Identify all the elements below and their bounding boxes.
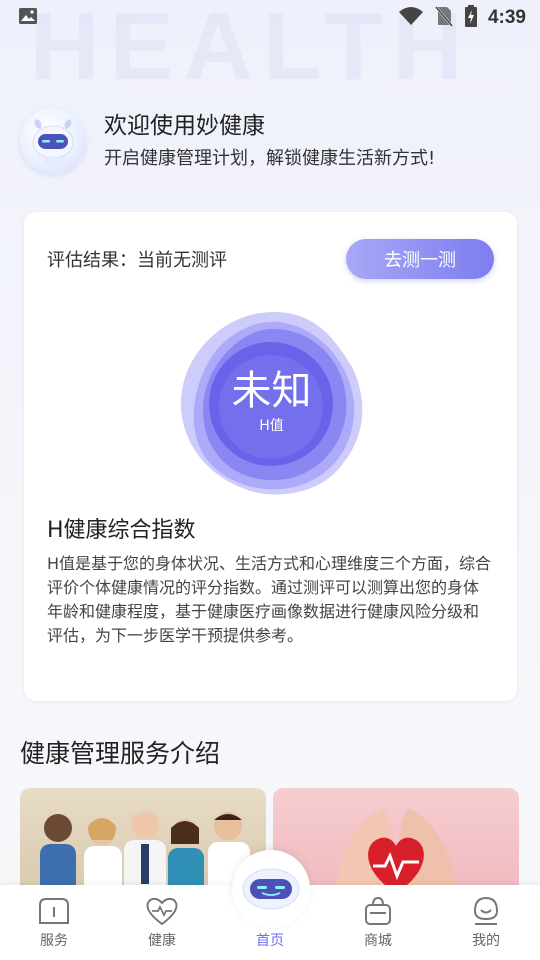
h-value-blob[interactable]: 未知 H值 <box>174 307 369 502</box>
doctors-image <box>40 810 250 896</box>
tab-service-label: 服务 <box>40 933 68 949</box>
greeting-section: 欢迎使用妙健康 开启健康管理计划，解锁健康生活新方式! <box>20 108 435 174</box>
gallery-notification-icon <box>18 6 38 30</box>
heart-hands-image <box>333 808 459 898</box>
index-description: H值是基于您的身体状况、生活方式和心理维度三个方面，综合评价个体健康情况的评分指… <box>47 554 492 645</box>
robot-icon <box>242 868 300 910</box>
robot-avatar[interactable] <box>20 108 86 174</box>
h-value-label: H值 <box>259 417 284 434</box>
status-time: 4:39 <box>487 7 526 28</box>
index-title: H健康综合指数 <box>47 518 196 543</box>
shopping-bag-icon <box>365 896 391 925</box>
no-sim-icon <box>434 5 454 31</box>
services-section-title: 健康管理服务介绍 <box>20 739 221 768</box>
wifi-icon <box>398 6 424 30</box>
greeting-subtitle: 开启健康管理计划，解锁健康生活新方式! <box>104 148 436 169</box>
h-value: 未知 <box>231 367 312 414</box>
tab-health[interactable]: 健康 <box>108 885 216 960</box>
health-index-card: 评估结果：当前无测评 去测一测 未知 H值 H健康综合指数 H值是基于您的身体状… <box>24 212 517 701</box>
service-card-doctors[interactable] <box>20 788 266 898</box>
home-robot-button[interactable] <box>232 850 310 928</box>
tab-profile[interactable]: 我的 <box>432 885 540 960</box>
battery-charging-icon <box>464 5 478 31</box>
service-card-heart-care[interactable] <box>273 788 519 898</box>
assessment-result-label: 评估结果：当前无测评 <box>47 250 227 271</box>
status-bar: 4:39 <box>0 0 540 36</box>
profile-icon <box>473 896 499 925</box>
greeting-title: 欢迎使用妙健康 <box>104 113 265 139</box>
tab-home-label: 首页 <box>256 933 284 949</box>
robot-icon <box>32 119 74 166</box>
service-icon <box>39 898 69 924</box>
heart-icon <box>146 897 178 926</box>
take-test-button[interactable]: 去测一测 <box>346 239 494 279</box>
tab-health-label: 健康 <box>148 933 176 949</box>
tab-profile-label: 我的 <box>472 933 500 949</box>
tab-mall-label: 商城 <box>364 933 392 949</box>
tab-mall[interactable]: 商城 <box>324 885 432 960</box>
tab-service[interactable]: 服务 <box>0 885 108 960</box>
